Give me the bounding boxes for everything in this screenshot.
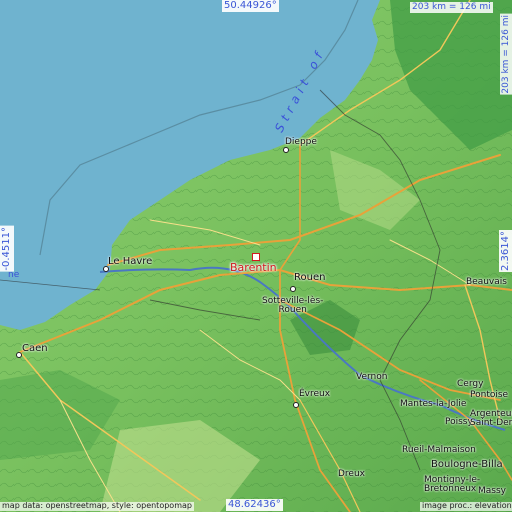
dreux-label: Dreux: [338, 469, 365, 479]
poissy-label: Poissy: [445, 417, 473, 427]
beauvais-label: Beauvais: [466, 277, 507, 287]
attribution-left: map data: openstreetmap, style: opentopo…: [0, 501, 194, 511]
caen-label: Caen: [22, 343, 48, 354]
massy-label: Massy: [478, 486, 506, 496]
saint-denis-label: Saint-Denis: [470, 418, 512, 428]
mantes-label: Mantes-la-Jolie: [400, 399, 467, 409]
coord-right: 2.3614°: [499, 230, 512, 272]
scale-top: 203 km = 126 mi: [410, 2, 493, 13]
rouen-label: Rouen: [294, 272, 326, 283]
montigny-label: Montigny-le- Bretonneux: [424, 475, 481, 494]
rouen-marker: [290, 286, 296, 292]
elevation-map: Strait of ne Dieppe Le Havre Rouen Sotte…: [0, 0, 512, 512]
scale-right: 203 km = 126 mi: [500, 14, 512, 95]
dieppe-label: Dieppe: [285, 137, 317, 147]
dieppe-marker: [283, 147, 289, 153]
evreux-label: Évreux: [299, 389, 331, 399]
coord-bottom: 48.62436°: [226, 499, 283, 511]
pontoise-label: Pontoise: [470, 390, 509, 400]
cergy-label: Cergy: [457, 379, 484, 389]
boulogne-label: Boulogne-Billa: [431, 459, 503, 470]
evreux-marker: [293, 402, 299, 408]
sotteville-label: Sotteville-lès- Rouen: [262, 296, 324, 315]
rueil-label: Rueil-Malmaison: [402, 445, 476, 455]
vernon-label: Vernon: [356, 372, 388, 382]
barentin-label: Barentin: [230, 261, 277, 274]
coord-top: 50.44926°: [222, 0, 279, 12]
coord-left: -0.4511°: [0, 226, 14, 272]
barentin-marker: [252, 253, 260, 261]
attribution-right: image proc.: elevationsmap: [420, 501, 512, 511]
le-havre-label: Le Havre: [108, 256, 153, 267]
